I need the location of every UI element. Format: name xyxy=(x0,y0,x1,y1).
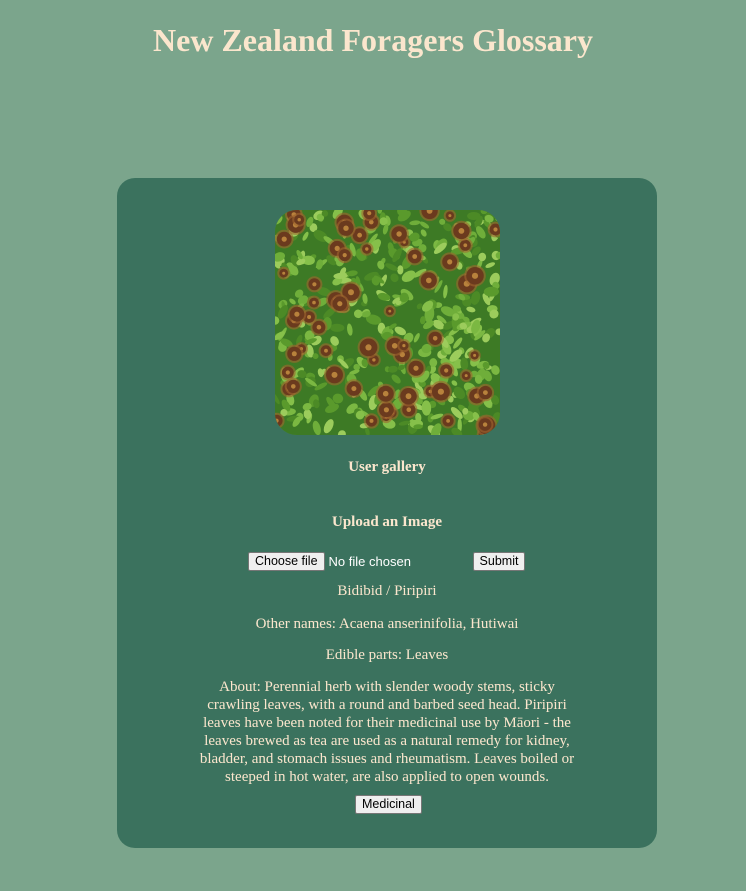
plant-name: Bidibid / Piripiri xyxy=(337,583,437,599)
plant-edible-parts: Edible parts: Leaves xyxy=(325,647,449,663)
plant-photo xyxy=(275,210,500,435)
plant-other-names: Other names: Acaena anserinifolia, Hutiw… xyxy=(255,616,519,632)
file-status-text: No file chosen xyxy=(328,553,411,569)
plant-card: User gallery Upload an Image Choose file… xyxy=(117,178,657,848)
submit-button[interactable]: Submit xyxy=(472,551,526,571)
choose-file-button[interactable]: Choose file xyxy=(248,551,325,571)
page-title: New Zealand Foragers Glossary xyxy=(153,22,593,58)
user-gallery-link[interactable]: User gallery xyxy=(117,459,657,476)
medicinal-tag-button[interactable]: Medicinal xyxy=(355,795,422,814)
plant-photo-image xyxy=(275,210,500,435)
plant-about: About: Perennial herb with slender woody… xyxy=(199,679,575,785)
upload-heading: Upload an Image xyxy=(331,514,443,530)
upload-form: Choose file No file chosen Submit xyxy=(248,551,526,571)
